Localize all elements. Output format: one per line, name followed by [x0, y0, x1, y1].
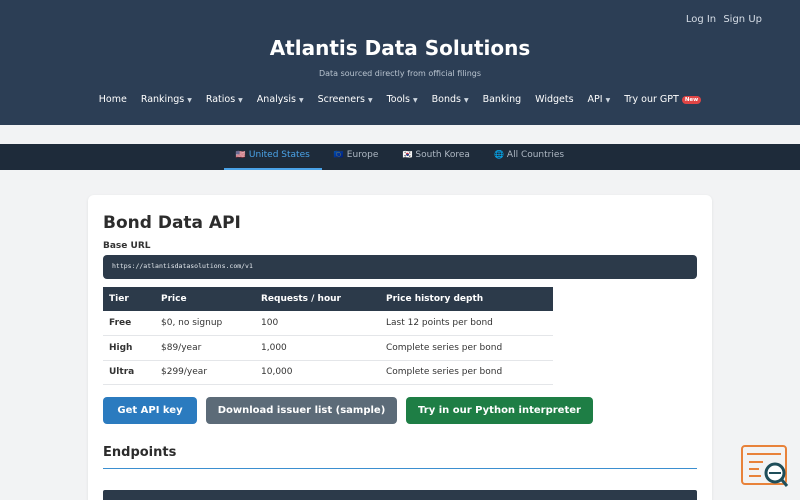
chevron-down-icon: ▼	[412, 97, 418, 104]
chevron-down-icon: ▼	[367, 97, 373, 104]
signup-link[interactable]: Sign Up	[723, 14, 762, 25]
table-row: High $89/year 1,000 Complete series per …	[103, 335, 553, 361]
nav-item-bonds[interactable]: Bonds ▼	[425, 94, 476, 105]
table-header-row: Tier Price Requests / hour Price history…	[103, 287, 553, 311]
region-tab-label: South Korea	[415, 150, 470, 160]
main-nav: Home Rankings ▼ Ratios ▼ Analysis ▼ Screeners ▼ T…	[0, 94, 800, 105]
nav-item-api[interactable]: API ▼	[581, 94, 618, 105]
nav-item-widgets[interactable]: Widgets	[528, 94, 580, 105]
history-cell: Complete series per bond	[380, 360, 553, 385]
flag-icon: 🇰🇷	[402, 150, 413, 159]
base-url-label: Base URL	[103, 241, 151, 251]
site-header: Log In Sign Up Atlantis Data Solutions D…	[0, 0, 800, 125]
flag-icon: 🇺🇸	[235, 150, 246, 159]
tier-cell: High	[103, 335, 155, 361]
page-title: Bond Data API	[103, 213, 241, 233]
login-link[interactable]: Log In	[686, 14, 716, 25]
column-header: Price	[155, 287, 255, 311]
chevron-down-icon: ▼	[605, 97, 611, 104]
column-header: Price history depth	[380, 287, 553, 311]
api-card: Bond Data API Base URL https://atlantisd…	[88, 195, 712, 500]
price-cell: $0, no signup	[155, 311, 255, 336]
region-tab-label: All Countries	[506, 150, 565, 160]
requests-cell: 10,000	[255, 360, 380, 385]
region-tab-label: United States	[248, 150, 310, 160]
nav-item-screeners[interactable]: Screeners ▼	[311, 94, 380, 105]
nav-item-label: Screeners	[317, 94, 365, 105]
price-cell: $89/year	[155, 335, 255, 361]
site-title[interactable]: Atlantis Data Solutions	[0, 36, 800, 60]
nav-item-ratios[interactable]: Ratios ▼	[199, 94, 250, 105]
nav-item-analysis[interactable]: Analysis ▼	[250, 94, 311, 105]
nav-item-label: Ratios	[205, 94, 236, 105]
chevron-down-icon: ▼	[238, 97, 243, 104]
price-cell: $299/year	[155, 360, 255, 385]
get-api-key-button[interactable]: Get API key	[103, 397, 197, 424]
nav-item-label: Widgets	[535, 94, 574, 105]
region-tab-south-korea[interactable]: 🇰🇷 South Korea	[390, 144, 482, 170]
nav-item-label: Try our GPT	[624, 94, 679, 105]
nav-item-label: Banking	[482, 94, 522, 105]
nav-item-label: Tools	[386, 94, 410, 105]
flag-icon: 🇪🇺	[333, 150, 344, 159]
nav-item-label: Analysis	[256, 94, 296, 105]
table-row: Ultra $299/year 10,000 Complete series p…	[103, 360, 553, 385]
tier-cell: Ultra	[103, 360, 155, 385]
chevron-down-icon: ▼	[298, 97, 304, 104]
auth-links: Log In Sign Up	[682, 14, 762, 25]
chevron-down-icon: ▼	[187, 97, 192, 104]
section-divider	[103, 468, 697, 469]
nav-item-try-our-gpt[interactable]: Try our GPT New	[617, 94, 708, 105]
python-interpreter-button[interactable]: Try in our Python interpreter	[406, 397, 593, 424]
history-cell: Last 12 points per bond	[380, 311, 553, 336]
region-tabs: 🇺🇸 United States 🇪🇺 Europe 🇰🇷 South Korea 🌐 All…	[0, 144, 800, 170]
region-tab-united-states[interactable]: 🇺🇸 United States	[223, 144, 322, 170]
requests-cell: 100	[255, 311, 380, 336]
table-row: Free $0, no signup 100 Last 12 points pe…	[103, 311, 553, 336]
region-tab-label: Europe	[346, 150, 379, 160]
region-tab-europe[interactable]: 🇪🇺 Europe	[322, 144, 391, 170]
site-subtitle: Data sourced directly from official fili…	[318, 69, 482, 78]
nav-item-label: Bonds	[431, 94, 461, 105]
nav-item-label: API	[587, 94, 603, 105]
requests-cell: 1,000	[255, 335, 380, 361]
nav-item-banking[interactable]: Banking	[476, 94, 529, 105]
nav-item-tools[interactable]: Tools ▼	[380, 94, 425, 105]
new-badge: New	[681, 95, 702, 104]
nav-item-label: Home	[98, 94, 127, 105]
flag-icon: 🌐	[493, 150, 504, 159]
base-url-code[interactable]: https://atlantisdatasolutions.com/v1	[103, 255, 697, 279]
history-cell: Complete series per bond	[380, 335, 553, 361]
chevron-down-icon: ▼	[463, 97, 469, 104]
endpoints-heading: Endpoints	[103, 445, 177, 460]
column-header: Tier	[103, 287, 155, 311]
tier-cell: Free	[103, 311, 155, 336]
chat-widget-button[interactable]	[741, 445, 789, 489]
pricing-table: Tier Price Requests / hour Price history…	[103, 287, 553, 385]
nav-item-label: Rankings	[140, 94, 185, 105]
search-chat-icon	[741, 445, 789, 487]
nav-item-home[interactable]: Home	[92, 94, 134, 105]
endpoints-table-header	[103, 490, 697, 500]
nav-item-rankings[interactable]: Rankings ▼	[134, 94, 199, 105]
region-tab-all-countries[interactable]: 🌐 All Countries	[482, 144, 576, 170]
column-header: Requests / hour	[255, 287, 380, 311]
download-issuer-list-button[interactable]: Download issuer list (sample)	[206, 397, 397, 424]
